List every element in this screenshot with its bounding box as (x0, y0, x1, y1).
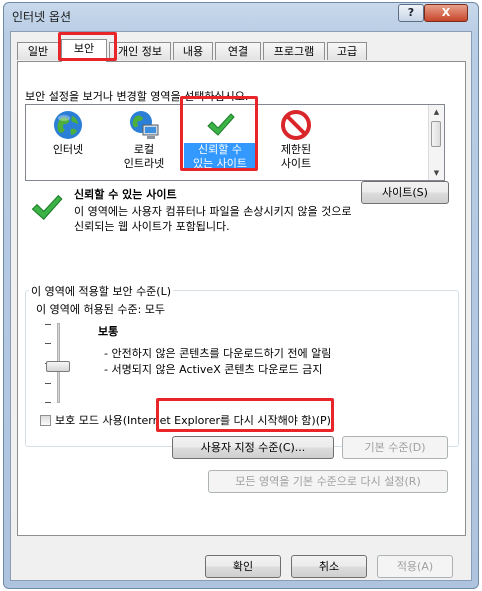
security-level-group: 이 영역에 적용할 보안 수준(L) 이 영역에 허용된 수준: 모두 보통 -… (25, 283, 459, 447)
internet-options-window: 인터넷 옵션 ? X 일반 보안 개인 정보 내용 연결 프로그램 고급 보안 … (3, 2, 479, 589)
tab-programs[interactable]: 프로그램 (263, 42, 325, 60)
zone-trusted-sites[interactable]: 신뢰할 수 있는 사이트 (184, 107, 256, 177)
security-tab-page: 보안 설정을 보거나 변경할 영역을 선택하십시오. 인터넷 로컬 인트라넷 신… (17, 61, 466, 536)
ok-button[interactable]: 확인 (205, 555, 281, 578)
sites-button[interactable]: 사이트(S) (361, 181, 449, 204)
zone-label: 인터넷 (52, 143, 84, 156)
protected-mode-label: 보호 모드 사용(Internet Explorer를 다시 시작해야 함)(P… (55, 414, 331, 427)
tab-content[interactable]: 내용 (173, 42, 213, 60)
slider-tick (45, 383, 51, 384)
slider-tick (45, 324, 51, 325)
trusted-sites-checkmark-icon (31, 194, 63, 221)
zone-list-scrollbar[interactable]: ▲ ▼ (428, 105, 444, 180)
green-checkmark-icon (207, 113, 235, 136)
level-description-line: - 안전하지 않은 콘텐츠를 다운로드하기 전에 알림 (104, 347, 332, 360)
globe-icon (54, 111, 82, 139)
security-level-slider[interactable] (44, 323, 74, 403)
zone-internet[interactable]: 인터넷 (32, 107, 104, 177)
slider-tick (45, 402, 51, 403)
window-title: 인터넷 옵션 (12, 10, 72, 24)
reset-all-zones-button[interactable]: 모든 영역을 기본 수준으로 다시 설정(R) (208, 470, 448, 493)
zone-label: 신뢰할 수 있는 사이트 (184, 143, 256, 171)
close-button[interactable]: X (424, 4, 468, 22)
zone-restricted-sites[interactable]: 제한된 사이트 (260, 107, 332, 177)
custom-level-button[interactable]: 사용자 지정 수준(C)... (172, 436, 334, 459)
scroll-down-arrow-icon[interactable]: ▼ (429, 166, 444, 180)
level-description-line: - 서명되지 않은 ActiveX 콘텐츠 다운로드 금지 (104, 363, 323, 376)
scroll-up-arrow-icon[interactable]: ▲ (429, 105, 444, 119)
tab-general[interactable]: 일반 (17, 42, 59, 60)
dialog-body: 일반 보안 개인 정보 내용 연결 프로그램 고급 보안 설정을 보거나 변경할… (10, 31, 472, 581)
zone-label: 로컬 인트라넷 (123, 143, 165, 170)
slider-thumb[interactable] (46, 361, 70, 372)
restricted-icon (281, 110, 311, 140)
slider-tick (45, 343, 51, 344)
zone-info-description: 이 영역에는 사용자 컴퓨터나 파일을 손상시키지 않을 것으로 신뢰되는 웹 … (74, 205, 352, 233)
protected-mode-checkbox[interactable] (40, 415, 51, 426)
zone-info-title: 신뢰할 수 있는 사이트 (74, 188, 177, 201)
zone-instruction: 보안 설정을 보거나 변경할 영역을 선택하십시오. (25, 90, 249, 103)
tab-privacy[interactable]: 개인 정보 (109, 42, 171, 60)
zone-label: 제한된 사이트 (280, 143, 312, 170)
intranet-globe-icon (130, 111, 159, 139)
zone-list: 인터넷 로컬 인트라넷 신뢰할 수 있는 사이트 제한된 사이트 ▲ ▼ (25, 104, 445, 181)
protected-mode-option[interactable]: 보호 모드 사용(Internet Explorer를 다시 시작해야 함)(P… (40, 412, 331, 428)
title-bar[interactable]: 인터넷 옵션 ? X (4, 3, 478, 29)
allowed-level-text: 이 영역에 허용된 수준: 모두 (36, 303, 166, 316)
help-button[interactable]: ? (398, 4, 424, 22)
zone-local-intranet[interactable]: 로컬 인트라넷 (108, 107, 180, 177)
apply-button[interactable]: 적용(A) (377, 555, 453, 578)
cancel-button[interactable]: 취소 (291, 555, 367, 578)
tab-advanced[interactable]: 고급 (327, 42, 367, 60)
tab-connections[interactable]: 연결 (215, 42, 261, 60)
security-level-legend: 이 영역에 적용할 보안 수준(L) (29, 283, 174, 299)
security-level-name: 보통 (98, 325, 119, 338)
scroll-thumb[interactable] (431, 121, 441, 147)
default-level-button[interactable]: 기본 수준(D) (342, 436, 448, 459)
tab-security[interactable]: 보안 (61, 39, 107, 62)
